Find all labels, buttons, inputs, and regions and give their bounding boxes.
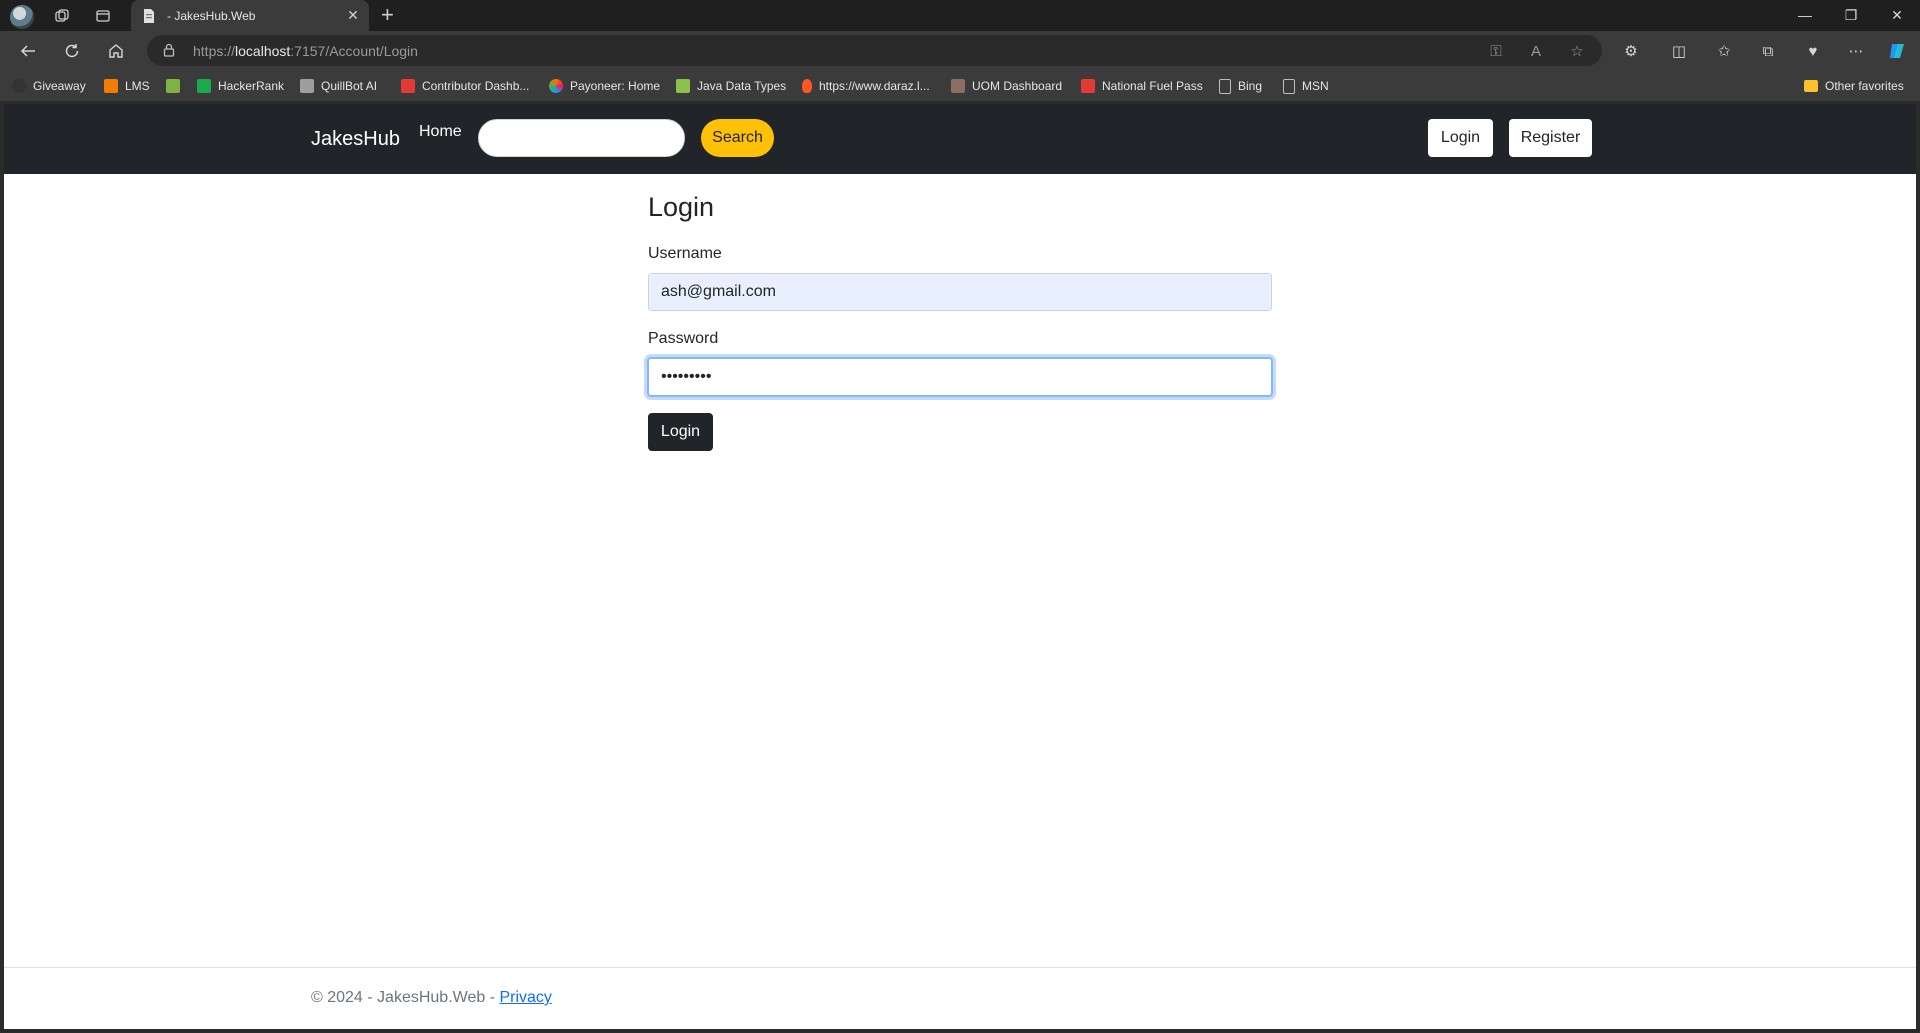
- daraz-icon: [802, 79, 812, 93]
- footer-copyright: © 2024 - JakesHub.Web -: [311, 989, 500, 1006]
- quillbot-icon: [300, 79, 314, 93]
- lock-icon[interactable]: [162, 43, 176, 57]
- restore-icon[interactable]: ❐: [1828, 4, 1874, 26]
- close-tab-icon[interactable]: ✕: [345, 7, 361, 24]
- close-window-icon[interactable]: ✕: [1874, 4, 1920, 26]
- site-footer: © 2024 - JakesHub.Web - Privacy: [311, 989, 552, 1007]
- refresh-icon[interactable]: [60, 39, 84, 63]
- payoneer-icon: [549, 79, 563, 93]
- favorites-bar: Giveaway LMS HackerRank QuillBot AI Cont…: [0, 71, 1920, 101]
- tab-title: - JakesHub.Web: [167, 8, 256, 23]
- page-icon: [1283, 78, 1295, 94]
- favorite-contributor-dashboard[interactable]: Contributor Dashb...: [401, 77, 529, 95]
- nav-login-button[interactable]: Login: [1428, 119, 1493, 157]
- favorites-icon[interactable]: ✩: [1713, 40, 1735, 62]
- copilot-icon[interactable]: [1886, 40, 1908, 62]
- hackerrank-icon: [197, 79, 211, 93]
- address-bar-row: https://localhost:7157/Account/Login ⚿ A…: [0, 31, 1920, 71]
- minimize-icon[interactable]: —: [1782, 4, 1828, 26]
- username-field[interactable]: [648, 273, 1272, 311]
- favorite-unnamed[interactable]: [166, 77, 187, 95]
- split-screen-icon[interactable]: ◫: [1668, 40, 1690, 62]
- lms-icon: [104, 79, 118, 93]
- favorite-giveaway[interactable]: Giveaway: [12, 77, 86, 95]
- page-icon: [141, 8, 157, 24]
- favorite-lms[interactable]: LMS: [104, 77, 150, 95]
- collections-icon[interactable]: ⧉: [1757, 40, 1779, 62]
- password-key-icon[interactable]: ⚿: [1487, 42, 1505, 60]
- tab-active[interactable]: - JakesHub.Web ✕: [131, 0, 369, 31]
- favorite-daraz[interactable]: https://www.daraz.l...: [802, 77, 930, 95]
- other-favorites[interactable]: Other favorites: [1804, 77, 1904, 95]
- privacy-link[interactable]: Privacy: [499, 989, 551, 1006]
- password-label: Password: [648, 330, 719, 347]
- fuel-pass-icon: [1081, 79, 1095, 93]
- bookmark-image-icon: [166, 79, 180, 93]
- search-button[interactable]: Search: [701, 119, 774, 157]
- nav-register-button[interactable]: Register: [1509, 119, 1592, 157]
- browser-essentials-icon[interactable]: ♥: [1802, 40, 1824, 62]
- favorite-msn[interactable]: MSN: [1283, 77, 1329, 95]
- new-tab-icon[interactable]: +: [381, 3, 394, 27]
- back-icon[interactable]: [16, 39, 40, 63]
- browser-titlebar: - JakesHub.Web ✕ + — ❐ ✕: [0, 0, 1920, 31]
- favorite-quillbot[interactable]: QuillBot AI: [300, 77, 377, 95]
- page-icon: [1219, 78, 1231, 94]
- login-submit-button[interactable]: Login: [648, 413, 713, 451]
- page-title: Login: [648, 192, 715, 222]
- favorite-uom-dashboard[interactable]: UOM Dashboard: [951, 77, 1062, 95]
- favorite-hackerrank[interactable]: HackerRank: [197, 77, 284, 95]
- more-options-icon[interactable]: ⋯: [1845, 40, 1867, 62]
- favorite-payoneer[interactable]: Payoneer: Home: [549, 77, 660, 95]
- contributor-icon: [401, 79, 415, 93]
- site-brand[interactable]: JakesHub: [311, 128, 400, 151]
- nav-home-link[interactable]: Home: [419, 123, 462, 141]
- java-icon: [676, 79, 690, 93]
- home-icon[interactable]: [104, 39, 128, 63]
- tab-actions-icon[interactable]: [92, 5, 114, 27]
- address-bar[interactable]: https://localhost:7157/Account/Login ⚿ A…: [147, 35, 1602, 66]
- workspaces-icon[interactable]: [51, 5, 73, 27]
- extensions-icon[interactable]: ⚙: [1620, 40, 1642, 62]
- username-label: Username: [648, 245, 722, 262]
- uom-icon: [951, 79, 965, 93]
- favorite-national-fuel-pass[interactable]: National Fuel Pass: [1081, 77, 1203, 95]
- search-input[interactable]: [478, 119, 685, 157]
- favorite-star-icon[interactable]: ☆: [1568, 42, 1586, 60]
- site-navbar: JakesHub Home Search Login Register: [4, 104, 1916, 174]
- giveaway-icon: [12, 79, 26, 93]
- page-viewport: JakesHub Home Search Login Register Logi…: [4, 104, 1916, 1029]
- url-text: https://localhost:7157/Account/Login: [193, 43, 418, 59]
- password-field[interactable]: [647, 357, 1273, 397]
- footer-divider: [4, 967, 1916, 968]
- folder-icon: [1804, 80, 1818, 92]
- favorite-bing[interactable]: Bing: [1219, 77, 1262, 95]
- read-aloud-icon[interactable]: A: [1527, 42, 1545, 60]
- profile-avatar[interactable]: [10, 5, 34, 29]
- favorite-java-data-types[interactable]: Java Data Types: [676, 77, 786, 95]
